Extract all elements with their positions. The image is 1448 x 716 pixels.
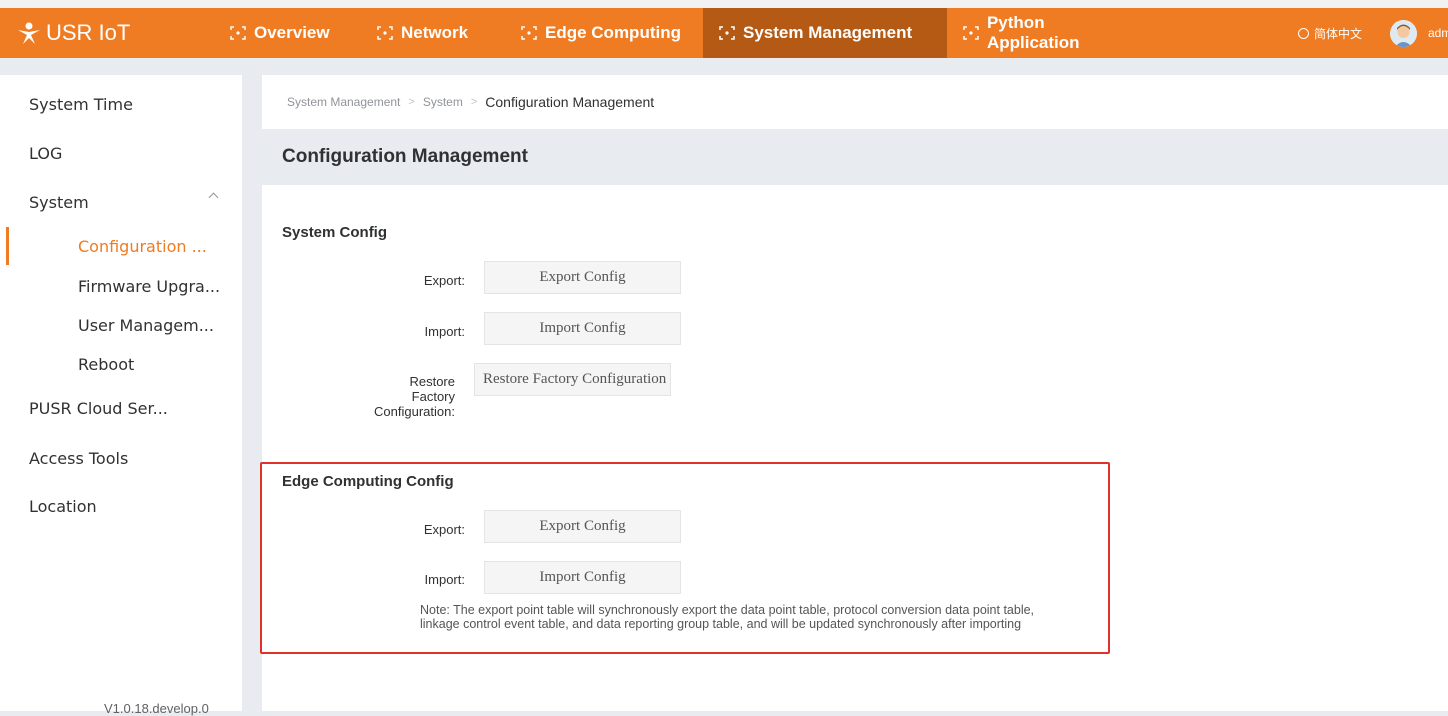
app-name: USR IoT <box>46 20 131 45</box>
language-switcher[interactable]: 简体中文 <box>1298 8 1362 58</box>
usr-logo-icon <box>18 22 40 44</box>
chevron-up-icon[interactable] <box>208 192 219 203</box>
nav-overview[interactable]: Overview <box>214 8 361 58</box>
top-navbar: USR IoT Overview Network Edge Computing … <box>0 8 1448 58</box>
username[interactable]: adm <box>1428 8 1448 58</box>
sidebar-item-system[interactable]: System <box>29 193 89 212</box>
sidebar-item-pusr-cloud[interactable]: PUSR Cloud Ser... <box>29 399 168 418</box>
user-avatar-icon <box>1390 20 1417 47</box>
sidebar-item-user-management[interactable]: User Managem... <box>78 316 214 335</box>
sidebar-item-access-tools[interactable]: Access Tools <box>29 449 128 468</box>
top-strip <box>0 0 1448 8</box>
nav-network[interactable]: Network <box>361 8 505 58</box>
nav-python-application[interactable]: Python Application <box>947 8 1157 58</box>
system-config-title: System Config <box>282 224 388 241</box>
frame-icon <box>719 26 735 40</box>
frame-icon <box>521 26 537 40</box>
chevron-right-icon: > <box>408 96 415 108</box>
frame-icon <box>377 26 393 40</box>
frame-icon <box>230 26 246 40</box>
main-nav: Overview Network Edge Computing System M… <box>214 8 1157 58</box>
restore-factory-label: Restore Factory Configuration: <box>374 374 455 419</box>
system-export-config-button[interactable]: Export Config <box>484 261 681 294</box>
active-indicator <box>6 227 9 265</box>
app-logo[interactable]: USR IoT <box>16 8 130 58</box>
breadcrumb-system-management[interactable]: System Management <box>287 95 400 109</box>
sidebar: System Time LOG System Configuration ...… <box>0 75 242 716</box>
nav-system-management[interactable]: System Management <box>703 8 947 58</box>
chevron-right-icon: > <box>470 96 478 108</box>
breadcrumb: System Management > System > Configurati… <box>262 75 1448 129</box>
sidebar-item-configuration[interactable]: Configuration ... <box>78 237 207 256</box>
edge-config-highlight-box <box>260 462 1110 654</box>
sidebar-item-log[interactable]: LOG <box>29 144 62 163</box>
page-title: Configuration Management <box>262 129 1448 185</box>
language-label: 简体中文 <box>1314 26 1363 41</box>
frame-icon <box>963 26 979 40</box>
sidebar-item-reboot[interactable]: Reboot <box>78 355 134 374</box>
breadcrumb-current: Configuration Management <box>485 94 655 110</box>
system-export-label: Export: <box>423 273 465 288</box>
globe-icon <box>1298 27 1309 39</box>
system-import-config-button[interactable]: Import Config <box>484 312 681 345</box>
avatar[interactable] <box>1390 20 1417 47</box>
restore-factory-button[interactable]: Restore Factory Configuration <box>474 363 671 396</box>
sidebar-item-system-time[interactable]: System Time <box>29 95 133 114</box>
sidebar-item-location[interactable]: Location <box>29 497 97 516</box>
system-import-label: Import: <box>424 324 465 339</box>
sidebar-item-firmware-upgrade[interactable]: Firmware Upgra... <box>78 277 220 296</box>
version-label: V1.0.18.develop.0 <box>104 701 209 716</box>
breadcrumb-system[interactable]: System <box>423 95 463 109</box>
nav-edge-computing[interactable]: Edge Computing <box>505 8 703 58</box>
